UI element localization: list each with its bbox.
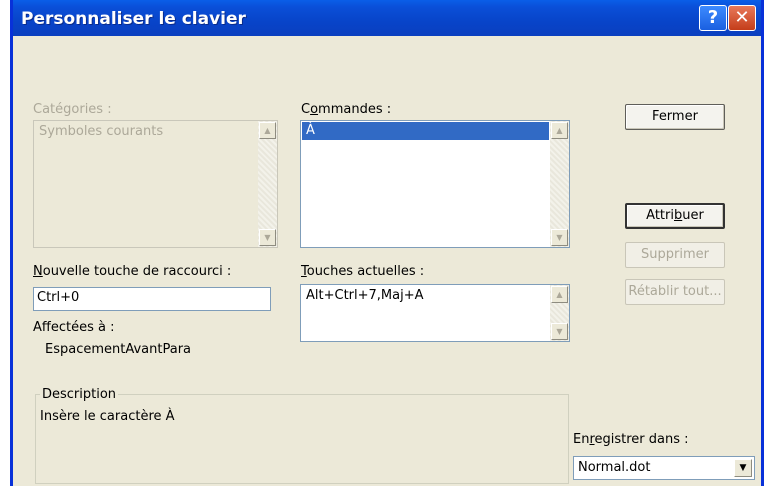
remove-button[interactable]: Supprimer — [625, 242, 725, 268]
categories-listbox: Symboles courants ▲ ▼ — [33, 120, 278, 248]
assign-button[interactable]: Attribuer — [625, 203, 725, 229]
category-item: Symboles courants — [39, 124, 164, 139]
scroll-down-icon: ▼ — [259, 229, 276, 246]
window-title: Personnaliser le clavier — [21, 9, 246, 29]
save-in-value: Normal.dot — [578, 460, 651, 475]
assigned-to-value: EspacementAvantPara — [45, 342, 192, 357]
description-legend: Description — [40, 387, 119, 402]
close-icon: ✕ — [734, 7, 750, 28]
scroll-down-icon[interactable]: ▼ — [551, 229, 568, 246]
dropdown-arrow-icon[interactable]: ▼ — [734, 459, 752, 477]
current-keys-listbox[interactable]: Alt+Ctrl+7,Maj+A ▲ ▼ — [300, 284, 570, 342]
close-button[interactable]: Fermer — [625, 104, 725, 130]
title-bar[interactable]: Personnaliser le clavier ? ✕ — [13, 0, 761, 36]
close-window-button[interactable]: ✕ — [728, 5, 756, 31]
scroll-down-icon[interactable]: ▼ — [551, 323, 568, 340]
description-group: Description Insère le caractère À — [35, 387, 569, 484]
commands-label: Commandes : — [301, 102, 392, 117]
categories-scrollbar: ▲ ▼ — [258, 121, 277, 247]
help-icon: ? — [707, 7, 719, 28]
scroll-up-icon[interactable]: ▲ — [551, 286, 568, 303]
current-keys-label: Touches actuelles : — [301, 264, 425, 279]
new-shortcut-label: Nouvelle touche de raccourci : — [33, 264, 232, 279]
current-key-item[interactable]: Alt+Ctrl+7,Maj+A — [302, 287, 549, 305]
commands-listbox[interactable]: À ▲ ▼ — [300, 120, 570, 248]
scroll-up-icon[interactable]: ▲ — [551, 122, 568, 139]
dialog-window: Personnaliser le clavier ? ✕ Catégories … — [10, 0, 764, 486]
new-shortcut-input[interactable]: Ctrl+0 — [33, 287, 271, 311]
categories-label: Catégories : — [33, 102, 112, 117]
description-text: Insère le caractère À — [40, 409, 175, 424]
reset-all-button[interactable]: Rétablir tout... — [625, 279, 725, 305]
commands-scrollbar[interactable]: ▲ ▼ — [550, 121, 569, 247]
command-item-selected[interactable]: À — [302, 122, 549, 140]
scroll-up-icon: ▲ — [259, 122, 276, 139]
current-keys-scrollbar[interactable]: ▲ ▼ — [550, 285, 569, 341]
assigned-to-label: Affectées à : — [33, 320, 115, 335]
help-button[interactable]: ? — [699, 5, 727, 31]
save-in-label: Enregistrer dans : — [573, 432, 689, 447]
save-in-dropdown[interactable]: Normal.dot ▼ — [573, 456, 755, 480]
